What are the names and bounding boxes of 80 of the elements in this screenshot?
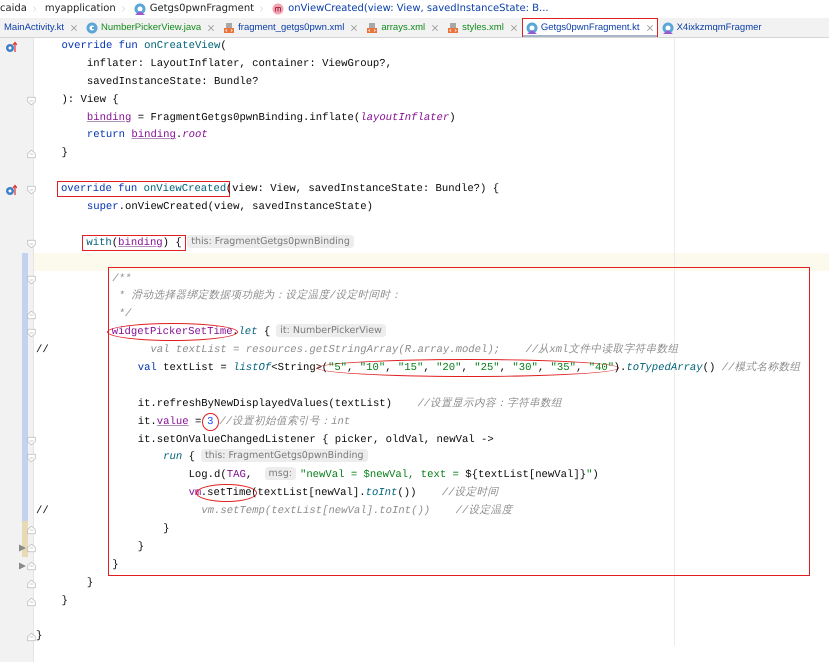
code-text: return binding.root: [86, 129, 208, 142]
fold-icon[interactable]: [27, 149, 36, 160]
xml-file-icon: [366, 22, 378, 34]
code-text: }: [61, 594, 68, 607]
editor-tab[interactable]: styles.xml: [443, 18, 522, 37]
code-text: override fun onViewCreated: [60, 183, 226, 196]
close-icon[interactable]: [431, 24, 440, 32]
breadcrumb-item[interactable]: Getgs0pwnFragment: [150, 0, 254, 18]
editor-tab[interactable]: NumberPickerView.java: [82, 18, 220, 37]
class-icon: [526, 22, 538, 34]
inlay-hint: it: NumberPickerView: [276, 324, 386, 338]
code-text: }: [163, 523, 170, 536]
code-text: with(binding) {: [86, 236, 182, 249]
code-text: // val textList = resources.getStringArray(R.array.model); //从xml文件中读取字符串数组: [36, 344, 678, 356]
override-icon[interactable]: [5, 41, 17, 53]
code-text: .setTime: [200, 487, 252, 500]
inlay-hint: msg:: [264, 467, 296, 480]
code-text: it.value =: [138, 416, 202, 428]
fold-icon[interactable]: [27, 185, 36, 196]
code-text: "newVal = $newVal, text = ${textList[newVal]}"): [300, 469, 599, 482]
code-text: }: [36, 630, 42, 642]
code-text: /**: [112, 272, 132, 285]
code-text: inflater: LayoutInflater, container: ViewGroup?,: [86, 58, 392, 70]
code-text: ).toTypedArray() //模式名称数组: [614, 362, 800, 374]
fold-icon[interactable]: [27, 453, 36, 464]
code-text: }: [61, 147, 68, 160]
code-text: widgetPickerSetTime: [112, 326, 233, 338]
code-text: override fun onCreateView(: [61, 40, 227, 52]
code-text: */: [118, 308, 132, 320]
fold-icon[interactable]: [27, 436, 36, 446]
fold-icon[interactable]: [27, 632, 36, 642]
breadcrumb-item[interactable]: onViewCreated(view: View, savedInstanceState: B...: [288, 0, 549, 18]
editor-tab[interactable]: MainActivity.kt: [0, 18, 82, 37]
code-text: binding = FragmentGetgs0pwnBinding.inflate(layoutInflater): [86, 112, 456, 124]
method-icon: [272, 3, 284, 15]
fold-icon[interactable]: [27, 525, 36, 536]
code-text: //设置初始值索引号：int: [218, 416, 350, 428]
breadcrumb-item[interactable]: myapplication: [44, 0, 116, 18]
close-icon[interactable]: [70, 24, 78, 32]
breadcrumb-item[interactable]: caida: [0, 0, 27, 18]
code-text: val textList = listOf<String>: [138, 362, 322, 374]
code-text: }: [86, 576, 94, 589]
fold-icon[interactable]: [27, 310, 36, 320]
fold-icon[interactable]: [27, 96, 36, 106]
editor-tab[interactable]: arrays.xml: [362, 18, 444, 37]
fold-icon[interactable]: [27, 596, 36, 607]
class-icon: [134, 3, 146, 15]
fold-icon[interactable]: [27, 542, 36, 553]
editor-tab[interactable]: X4ixkzmqmFragmer: [658, 18, 766, 37]
fold-icon[interactable]: [27, 238, 36, 249]
close-icon[interactable]: [646, 24, 654, 32]
code-text: // vm.setTemp(textList[newVal].toInt()) //设定温度: [36, 505, 512, 518]
inlay-hint: this: FragmentGetgs0pwnBinding: [187, 234, 354, 248]
override-icon[interactable]: [5, 184, 17, 196]
code-text: .let {: [232, 326, 270, 338]
class-icon: [86, 22, 98, 34]
code-text: run {: [163, 451, 195, 464]
code-text: * 滑动选择器绑定数据项功能为：设定温度/设定时间时：: [118, 290, 402, 302]
xml-file-icon: [223, 22, 236, 34]
editor-tab[interactable]: fragment_getgs0pwn.xml: [219, 18, 362, 37]
code-text: savedInstanceState: Bundle?: [86, 76, 259, 88]
code-text: it.setOnValueChangedListener { picker, oldVal, newVal ->: [138, 434, 494, 446]
code-text: super.onViewCreated(view, savedInstanceState): [86, 201, 373, 214]
code-text: }: [138, 540, 144, 553]
code-text: 3: [207, 416, 214, 428]
class-icon: [662, 22, 674, 34]
fold-icon[interactable]: [27, 274, 36, 285]
fold-icon[interactable]: [27, 328, 36, 338]
code-text: ): View {: [61, 94, 119, 106]
close-icon[interactable]: [510, 24, 518, 32]
xml-file-icon: [447, 22, 460, 34]
close-icon[interactable]: [207, 24, 216, 32]
code-text: it.refreshByNewDisplayedValues(textList) //设置显示内容：字符串数组: [138, 398, 562, 410]
editor-tab[interactable]: Getgs0pwnFragment.kt: [522, 18, 658, 37]
fold-icon[interactable]: [27, 578, 36, 589]
code-text: }: [112, 558, 119, 571]
inlay-hint: this: FragmentGetgs0pwnBinding: [200, 449, 368, 462]
fold-icon[interactable]: [27, 560, 36, 571]
code-text: Log.d(TAG,: [188, 469, 254, 482]
close-icon[interactable]: [350, 24, 358, 32]
